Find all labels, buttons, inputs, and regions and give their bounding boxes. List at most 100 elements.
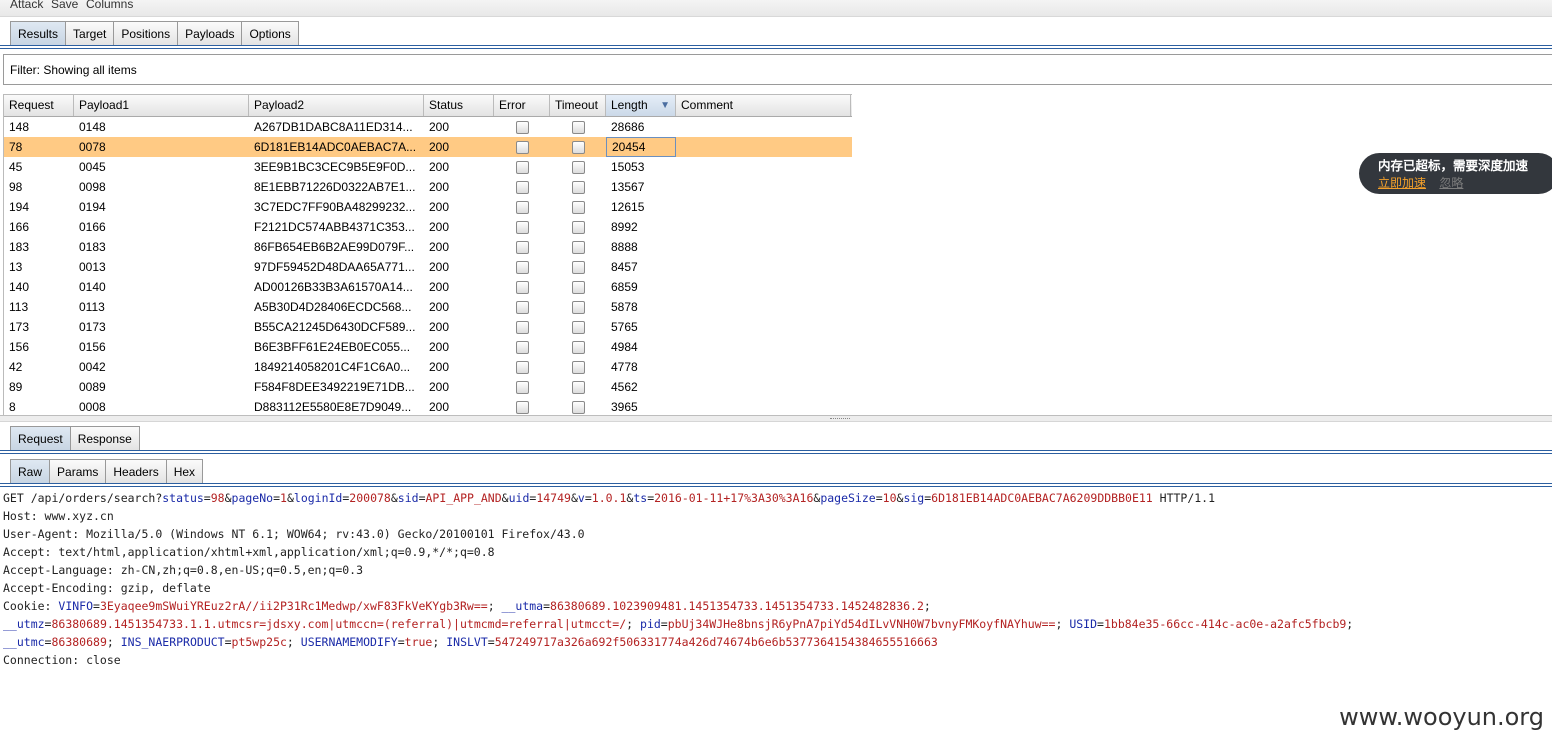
- column-header-error[interactable]: Error: [494, 95, 550, 116]
- error-checkbox[interactable]: [515, 280, 529, 294]
- results-table: Request Payload1 Payload2 Status Error T…: [3, 94, 852, 415]
- tab-hex[interactable]: Hex: [165, 459, 204, 484]
- param-key: v: [577, 491, 585, 505]
- header-line: Accept: text/html,application/xhtml+xml,…: [3, 545, 495, 559]
- param-value: 14749: [536, 491, 571, 505]
- table-row[interactable]: 148 0148 A267DB1DABC8A11ED314... 200 28686: [4, 117, 852, 137]
- timeout-checkbox[interactable]: [571, 400, 585, 414]
- table-row[interactable]: 89 0089 F584F8DEE3492219E71DB... 200 4562: [4, 377, 852, 397]
- timeout-checkbox[interactable]: [571, 260, 585, 274]
- table-row[interactable]: 113 0113 A5B30D4D28406ECDC568... 200 5878: [4, 297, 852, 317]
- table-row[interactable]: 45 0045 3EE9B1BC3CEC9B5E9F0D... 200 15053: [4, 157, 852, 177]
- main-tabs: Results Target Positions Payloads Option…: [10, 21, 299, 46]
- error-checkbox[interactable]: [515, 240, 529, 254]
- ignore-link[interactable]: 忽略: [1439, 176, 1463, 190]
- error-checkbox[interactable]: [515, 120, 529, 134]
- tab-options[interactable]: Options: [241, 21, 299, 46]
- menu-attack[interactable]: Attack: [10, 0, 43, 11]
- table-row[interactable]: 13 0013 97DF59452D48DAA65A771... 200 8457: [4, 257, 852, 277]
- cell-comment: [676, 137, 851, 157]
- error-checkbox[interactable]: [515, 380, 529, 394]
- cookie-line: __utmz=86380689.1451354733.1.1.utmcsr=jd…: [3, 617, 1361, 631]
- error-checkbox[interactable]: [515, 200, 529, 214]
- menu-columns[interactable]: Columns: [86, 0, 133, 11]
- column-header-status[interactable]: Status: [424, 95, 494, 116]
- table-row[interactable]: 156 0156 B6E3BFF61E24EB0EC055... 200 4984: [4, 337, 852, 357]
- cookie-value: 547249717a326a692f506331774a426d74674b6e…: [494, 635, 938, 649]
- table-row[interactable]: 98 0098 8E1EBB71226D0322AB7E1... 200 13567: [4, 177, 852, 197]
- cell-timeout: [550, 397, 606, 415]
- cell-error: [494, 377, 550, 397]
- cell-comment: [676, 377, 851, 397]
- column-header-length[interactable]: Length ▼: [606, 95, 676, 116]
- timeout-checkbox[interactable]: [571, 160, 585, 174]
- error-checkbox[interactable]: [515, 260, 529, 274]
- table-row[interactable]: 173 0173 B55CA21245D6430DCF589... 200 5765: [4, 317, 852, 337]
- table-row[interactable]: 8 0008 D883112E5580E8E7D9049... 200 3965: [4, 397, 852, 415]
- cookie-key: INSLVT: [446, 635, 488, 649]
- column-header-timeout[interactable]: Timeout: [550, 95, 606, 116]
- error-checkbox[interactable]: [515, 180, 529, 194]
- timeout-checkbox[interactable]: [571, 380, 585, 394]
- timeout-checkbox[interactable]: [571, 200, 585, 214]
- raw-request-editor[interactable]: GET /api/orders/search?status=98&pageNo=…: [3, 489, 1552, 669]
- filter-bar[interactable]: Filter: Showing all items: [3, 54, 1552, 85]
- table-row[interactable]: 42 0042 1849214058201C4F1C6A0... 200 4778: [4, 357, 852, 377]
- error-checkbox[interactable]: [515, 140, 529, 154]
- timeout-checkbox[interactable]: [571, 280, 585, 294]
- tab-positions[interactable]: Positions: [113, 21, 179, 46]
- cookie-value: pbUj34WJHe8bnsjR6yPnA7piYd54dILvVNH0W7bv…: [667, 617, 1056, 631]
- tab-response[interactable]: Response: [69, 426, 140, 451]
- table-row[interactable]: 140 0140 AD00126B33B3A61570A14... 200 6859: [4, 277, 852, 297]
- tab-results[interactable]: Results: [10, 21, 67, 46]
- timeout-checkbox[interactable]: [571, 300, 585, 314]
- tab-request[interactable]: Request: [10, 426, 71, 451]
- timeout-checkbox[interactable]: [571, 320, 585, 334]
- column-header-request[interactable]: Request: [4, 95, 74, 116]
- timeout-checkbox[interactable]: [571, 120, 585, 134]
- cell-comment: [676, 317, 851, 337]
- speedup-link[interactable]: 立即加速: [1378, 176, 1426, 190]
- error-checkbox[interactable]: [515, 340, 529, 354]
- error-checkbox[interactable]: [515, 360, 529, 374]
- timeout-checkbox[interactable]: [571, 240, 585, 254]
- cell-request: 183: [9, 240, 30, 254]
- table-row[interactable]: 194 0194 3C7EDC7FF90BA48299232... 200 12615: [4, 197, 852, 217]
- error-checkbox[interactable]: [515, 400, 529, 414]
- param-value: 200078: [349, 491, 391, 505]
- tab-payloads[interactable]: Payloads: [177, 21, 243, 46]
- timeout-checkbox[interactable]: [571, 140, 585, 154]
- tab-headers[interactable]: Headers: [105, 459, 167, 484]
- tab-params[interactable]: Params: [49, 459, 107, 484]
- cell-timeout: [550, 277, 606, 297]
- column-header-payload2[interactable]: Payload2: [249, 95, 424, 116]
- pane-splitter[interactable]: [0, 415, 1552, 422]
- column-header-payload1[interactable]: Payload1: [74, 95, 249, 116]
- cell-length: 12615: [611, 200, 645, 214]
- filter-text: Filter: Showing all items: [10, 63, 137, 77]
- menu-save[interactable]: Save: [51, 0, 78, 11]
- cell-comment: [676, 197, 851, 217]
- timeout-checkbox[interactable]: [571, 180, 585, 194]
- tab-target[interactable]: Target: [65, 21, 115, 46]
- error-checkbox[interactable]: [515, 160, 529, 174]
- cell-timeout: [550, 217, 606, 237]
- table-row[interactable]: 183 0183 86FB654EB6B2AE99D079F... 200 8888: [4, 237, 852, 257]
- error-checkbox[interactable]: [515, 320, 529, 334]
- table-row[interactable]: 166 0166 F2121DC574ABB4371C353... 200 8992: [4, 217, 852, 237]
- error-checkbox[interactable]: [515, 220, 529, 234]
- cell-payload2: D883112E5580E8E7D9049...: [254, 400, 412, 414]
- table-row[interactable]: 78 0078 6D181EB14ADC0AEBAC7A... 200 20454: [4, 137, 852, 157]
- timeout-checkbox[interactable]: [571, 360, 585, 374]
- view-tabs: Raw Params Headers Hex: [10, 459, 204, 484]
- error-checkbox[interactable]: [515, 300, 529, 314]
- cell-status: 200: [429, 280, 450, 294]
- timeout-checkbox[interactable]: [571, 340, 585, 354]
- cell-payload2: B6E3BFF61E24EB0EC055...: [254, 340, 411, 354]
- sort-descending-icon: ▼: [660, 100, 670, 111]
- cell-length: 20454: [606, 137, 676, 157]
- column-header-comment[interactable]: Comment: [676, 95, 851, 116]
- timeout-checkbox[interactable]: [571, 220, 585, 234]
- tab-raw[interactable]: Raw: [10, 459, 51, 484]
- cell-payload1: 0113: [79, 300, 105, 314]
